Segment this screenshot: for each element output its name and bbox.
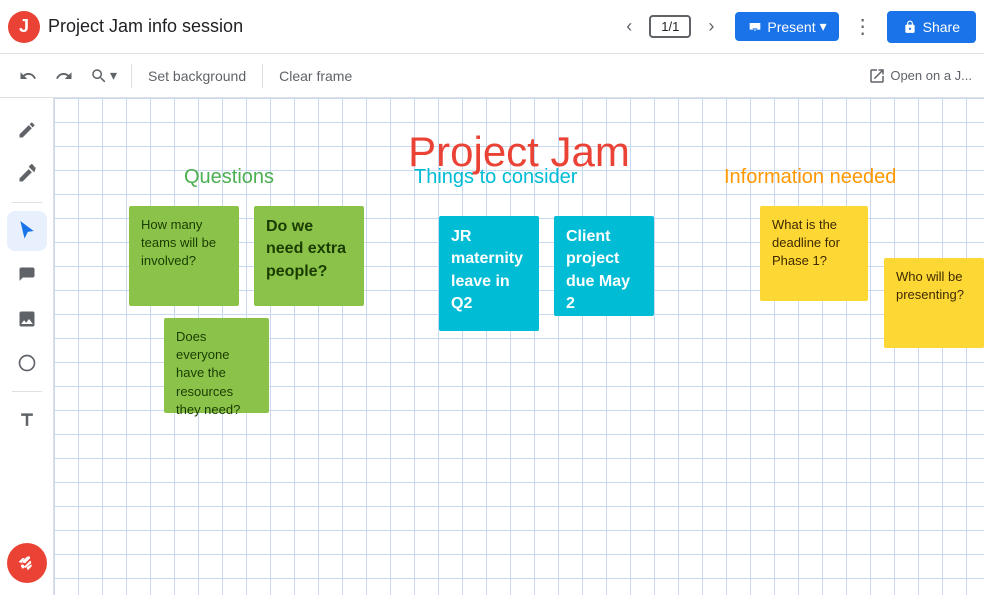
- document-title: Project Jam info session: [48, 16, 605, 37]
- pen-tool-button[interactable]: [7, 110, 47, 150]
- topbar-right: Present ▾ ⋮ Share: [735, 11, 976, 43]
- image-tool-button[interactable]: [7, 299, 47, 339]
- open-on-label: Open on a J...: [890, 68, 972, 83]
- sticky-client-project[interactable]: Client project due May 2: [554, 216, 654, 316]
- select-icon: [17, 221, 37, 241]
- undo-icon: [19, 67, 37, 85]
- redo-icon: [55, 67, 73, 85]
- clear-frame-button[interactable]: Clear frame: [271, 62, 360, 90]
- sticky-jr-maternity[interactable]: JR maternity leave in Q2: [439, 216, 539, 331]
- next-page-button[interactable]: ›: [695, 11, 727, 43]
- canvas-outer: Project Jam Questions Things to consider…: [0, 98, 984, 595]
- sidebar-sep-1: [12, 202, 42, 203]
- select-tool-button[interactable]: [7, 211, 47, 251]
- toolbar-divider-1: [131, 64, 132, 88]
- marker-tool-button[interactable]: [7, 154, 47, 194]
- zoom-icon: [90, 67, 108, 85]
- sticky-deadline-phase1[interactable]: What is the deadline for Phase 1?: [760, 206, 868, 301]
- present-button[interactable]: Present ▾: [735, 12, 838, 41]
- set-background-button[interactable]: Set background: [140, 62, 254, 90]
- present-icon: [747, 19, 763, 35]
- sticky-how-many-teams[interactable]: How many teams will be involved?: [129, 206, 239, 306]
- open-on-icon: [868, 67, 886, 85]
- prev-page-button[interactable]: ‹: [613, 11, 645, 43]
- image-icon: [17, 309, 37, 329]
- zoom-button[interactable]: ▾: [84, 63, 123, 89]
- note-tool-button[interactable]: [7, 255, 47, 295]
- zoom-chevron-icon: ▾: [110, 67, 117, 84]
- pen-icon: [17, 120, 37, 140]
- rocket-button[interactable]: [7, 543, 47, 583]
- circle-tool-button[interactable]: [7, 343, 47, 383]
- redo-button[interactable]: [48, 60, 80, 92]
- open-on-button[interactable]: Open on a J...: [868, 67, 972, 85]
- sidebar: [0, 98, 54, 595]
- page-indicator: 1/1: [649, 15, 691, 38]
- more-options-button[interactable]: ⋮: [847, 11, 879, 43]
- rocket-icon: [17, 553, 37, 573]
- present-chevron: ▾: [820, 18, 827, 35]
- sticky-resources[interactable]: Does everyone have the resources they ne…: [164, 318, 269, 413]
- sidebar-sep-2: [12, 391, 42, 392]
- canvas[interactable]: Project Jam Questions Things to consider…: [54, 98, 984, 595]
- text-tool-button[interactable]: [7, 400, 47, 440]
- info-heading: Information needed: [724, 166, 896, 189]
- share-button[interactable]: Share: [887, 11, 976, 43]
- questions-heading: Questions: [184, 166, 274, 189]
- toolbar-right: Open on a J...: [868, 67, 972, 85]
- toolbar-divider-2: [262, 64, 263, 88]
- things-heading: Things to consider: [414, 166, 577, 189]
- text-icon: [17, 410, 37, 430]
- circle-icon: [17, 353, 37, 373]
- app-logo: J: [8, 11, 40, 43]
- sticky-extra-people[interactable]: Do we need extra people?: [254, 206, 364, 306]
- marker-icon: [17, 164, 37, 184]
- page-label: 1/1: [661, 19, 679, 34]
- topbar: J Project Jam info session ‹ 1/1 › Prese…: [0, 0, 984, 54]
- toolbar: ▾ Set background Clear frame Open on a J…: [0, 54, 984, 98]
- sticky-presenting[interactable]: Who will be presenting?: [884, 258, 984, 348]
- page-nav: ‹ 1/1 ›: [613, 11, 727, 43]
- lock-icon: [903, 20, 917, 34]
- undo-button[interactable]: [12, 60, 44, 92]
- note-icon: [17, 265, 37, 285]
